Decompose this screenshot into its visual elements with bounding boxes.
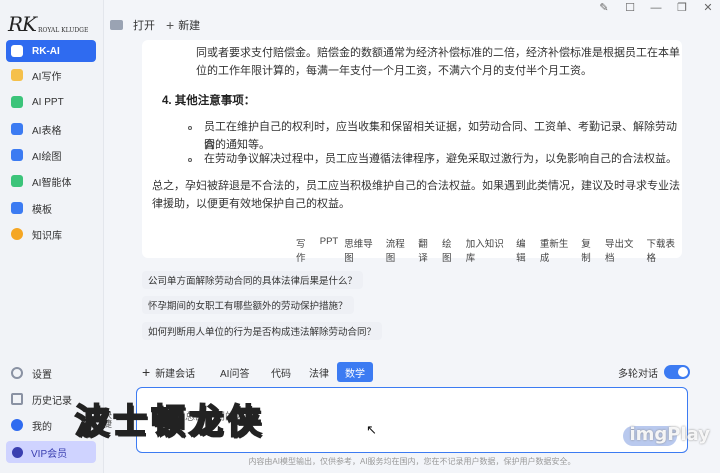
sidebar-item-label: AI表格 — [32, 125, 62, 137]
input-toolbar: + 新建会话 AI问答 代码 法律 数学 多轮对话 — [136, 362, 696, 382]
logo-text: ROYAL KLUDGE — [38, 27, 89, 34]
sidebar-item-label: 知识库 — [32, 230, 62, 242]
answer-bullet: 在劳动争议解决过程中，员工应当遵循法律程序，避免采取过激行为，以免影响自己的合法… — [204, 153, 677, 165]
sidebar-item-label: 我的 — [32, 421, 52, 433]
user-icon — [11, 419, 23, 431]
plus-icon: + — [142, 364, 151, 380]
sidebar-item-label: AI写作 — [32, 71, 62, 83]
mouse-cursor-icon: ↖ — [366, 422, 377, 437]
ppt-icon — [11, 96, 23, 108]
mode-math[interactable]: 数学 — [337, 362, 373, 382]
sidebar-item-ai-table[interactable]: AI表格 — [6, 118, 96, 140]
new-button[interactable]: + 新建 — [166, 14, 200, 36]
mode-code[interactable]: 代码 — [263, 362, 299, 382]
folder-icon — [110, 20, 123, 30]
multi-turn-label: 多轮对话 — [618, 368, 658, 380]
feedback-icon[interactable]: ☐ — [624, 2, 636, 14]
action-copy[interactable]: 复制 — [581, 236, 599, 264]
sidebar-item-ai-agent[interactable]: AI智能体 — [6, 170, 96, 192]
gear-icon — [11, 367, 23, 379]
action-add-knowledge[interactable]: 加入知识库 — [466, 236, 510, 264]
answer-bullet: 员工在维护自己的权利时，应当收集和保留相关证据，如劳动合同、工资单、考勤记录、解… — [204, 121, 677, 151]
answer-text: 同或者要求支付赔偿金。赔偿金的数额通常为经济补偿标准的二倍，经济补偿标准是根据员… — [196, 47, 680, 59]
action-ppt[interactable]: PPT — [320, 236, 338, 264]
multi-turn-control: 多轮对话 — [618, 362, 690, 382]
bullet-icon — [188, 126, 192, 130]
sidebar-item-template[interactable]: 模板 — [6, 197, 96, 219]
sidebar-item-label: 模板 — [32, 204, 52, 216]
template-icon — [11, 202, 23, 214]
mode-ai-qa[interactable]: AI问答 — [212, 362, 257, 382]
action-download-table[interactable]: 下载表格 — [647, 236, 682, 264]
answer-text: 位的工作年限计算的，每满一年支付一个月工资，不满六个月的支付半个月工资。 — [196, 65, 592, 77]
action-mindmap[interactable]: 思维导图 — [344, 236, 379, 264]
write-icon — [11, 69, 23, 81]
sidebar-item-label: 历史记录 — [32, 395, 72, 407]
open-label: 打开 — [133, 20, 155, 32]
answer-summary: 律援助，以便更有效地保护自己的权益。 — [152, 198, 350, 210]
vip-label: VIP会员 — [31, 448, 68, 460]
sidebar-item-label: RK-AI — [32, 45, 60, 57]
knowledge-icon — [11, 228, 23, 240]
vip-icon — [12, 446, 23, 458]
sidebar-item-knowledge[interactable]: 知识库 — [6, 223, 96, 245]
sidebar-item-ai-writing[interactable]: AI写作 — [6, 64, 96, 86]
table-icon — [11, 123, 23, 135]
agent-icon — [11, 175, 23, 187]
sidebar-item-rk-ai[interactable]: RK-AI — [6, 40, 96, 62]
sidebar-item-label: AI智能体 — [32, 177, 72, 189]
mode-law[interactable]: 法律 — [301, 362, 337, 382]
rk-ai-icon — [11, 45, 23, 57]
disclaimer: 内容由AI模型输出，仅供参考，AI服务均在国内，您在不记录用户数据，保护用户数据… — [248, 457, 576, 466]
multi-turn-toggle[interactable] — [664, 365, 690, 379]
close-icon[interactable]: ✕ — [702, 2, 714, 14]
open-button[interactable]: 打开 — [110, 14, 160, 36]
sidebar-item-ai-ppt[interactable]: AI PPT — [6, 91, 96, 113]
watermark-overlay: 波士顿龙侠 — [74, 401, 265, 443]
action-export-doc[interactable]: 导出文档 — [605, 236, 640, 264]
window-controls: ✎ ☐ — ❐ ✕ — [598, 2, 714, 14]
logo-mark: RK — [8, 12, 37, 36]
app-logo: RK ROYAL KLUDGE — [8, 10, 88, 36]
plus-icon: + — [166, 17, 175, 33]
action-edit[interactable]: 编辑 — [516, 236, 534, 264]
minimize-icon[interactable]: — — [650, 2, 662, 14]
sidebar-item-label: 设置 — [32, 369, 52, 381]
vip-button[interactable]: VIP会员 — [6, 441, 96, 463]
sidebar-item-label: AI绘图 — [32, 151, 62, 163]
maximize-icon[interactable]: ❐ — [676, 2, 688, 14]
watermark-corner: imgPlay — [629, 424, 711, 445]
answer-actions: 写作 PPT 思维导图 流程图 翻译 绘图 加入知识库 编辑 重新生成 复制 导… — [296, 236, 682, 264]
action-translate[interactable]: 翻译 — [418, 236, 436, 264]
answer-heading: 4. 其他注意事项： — [162, 95, 256, 107]
sidebar-item-settings[interactable]: 设置 — [6, 362, 98, 384]
action-regenerate[interactable]: 重新生成 — [540, 236, 575, 264]
answer-card: 同或者要求支付赔偿金。赔偿金的数额通常为经济补偿标准的二倍，经济补偿标准是根据员… — [142, 40, 682, 264]
history-icon — [11, 393, 23, 405]
suggestion-item[interactable]: 公司单方面解除劳动合同的具体法律后果是什么？ — [142, 271, 364, 289]
sidebar-item-label: AI PPT — [32, 96, 64, 108]
answer-summary: 总之，孕妇被辞退是不合法的，员工应当积极维护自己的合法权益。如果遇到此类情况，建… — [152, 180, 680, 192]
new-label: 新建 — [178, 20, 201, 32]
action-write[interactable]: 写作 — [296, 236, 314, 264]
bullet-icon — [188, 158, 192, 162]
draw-icon — [11, 149, 23, 161]
new-chat-button[interactable]: + 新建会话 — [142, 362, 195, 382]
action-flowchart[interactable]: 流程图 — [386, 236, 413, 264]
suggestion-item[interactable]: 如何判断用人单位的行为是否构成违法解除劳动合同？ — [142, 322, 383, 340]
action-draw[interactable]: 绘图 — [442, 236, 460, 264]
suggestion-item[interactable]: 怀孕期间的女职工有哪些额外的劳动保护措施？ — [142, 296, 354, 314]
new-chat-label: 新建会话 — [155, 368, 196, 380]
sidebar-item-ai-draw[interactable]: AI绘图 — [6, 144, 96, 166]
edit-icon[interactable]: ✎ — [598, 2, 610, 14]
